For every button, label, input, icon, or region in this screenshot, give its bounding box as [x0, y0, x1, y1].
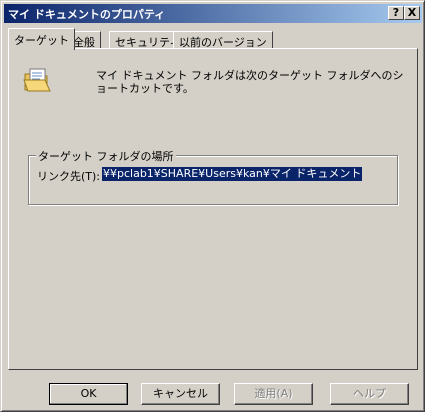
tab-previous-versions[interactable]: 以前のバージョン [173, 31, 273, 49]
help-titlebar-button[interactable]: ? [388, 6, 404, 20]
link-label: リンク先(T): [37, 170, 101, 183]
folder-open-icon [23, 68, 51, 92]
tab-panel [8, 48, 418, 370]
group-title: ターゲット フォルダの場所 [36, 148, 176, 164]
apply-button[interactable]: 適用(A) [234, 383, 313, 405]
properties-window: マイ ドキュメントのプロパティ ? X ターゲット 全般 セキュリティ 以前のバ… [0, 0, 425, 412]
tab-target[interactable]: ターゲット [8, 28, 75, 50]
description-text: マイ ドキュメント フォルダは次のターゲット フォルダへのショートカットです。 [96, 69, 404, 95]
ok-button[interactable]: OK [49, 383, 128, 405]
link-target-field[interactable]: ¥¥pclab1¥SHARE¥Users¥kan¥マイ ドキュメント [102, 167, 363, 181]
help-button[interactable]: ヘルプ [330, 383, 409, 405]
cancel-button[interactable]: キャンセル [141, 383, 220, 405]
title-bar[interactable]: マイ ドキュメントのプロパティ ? X [4, 4, 422, 23]
window-title: マイ ドキュメントのプロパティ [8, 8, 166, 21]
close-button[interactable]: X [404, 6, 420, 20]
